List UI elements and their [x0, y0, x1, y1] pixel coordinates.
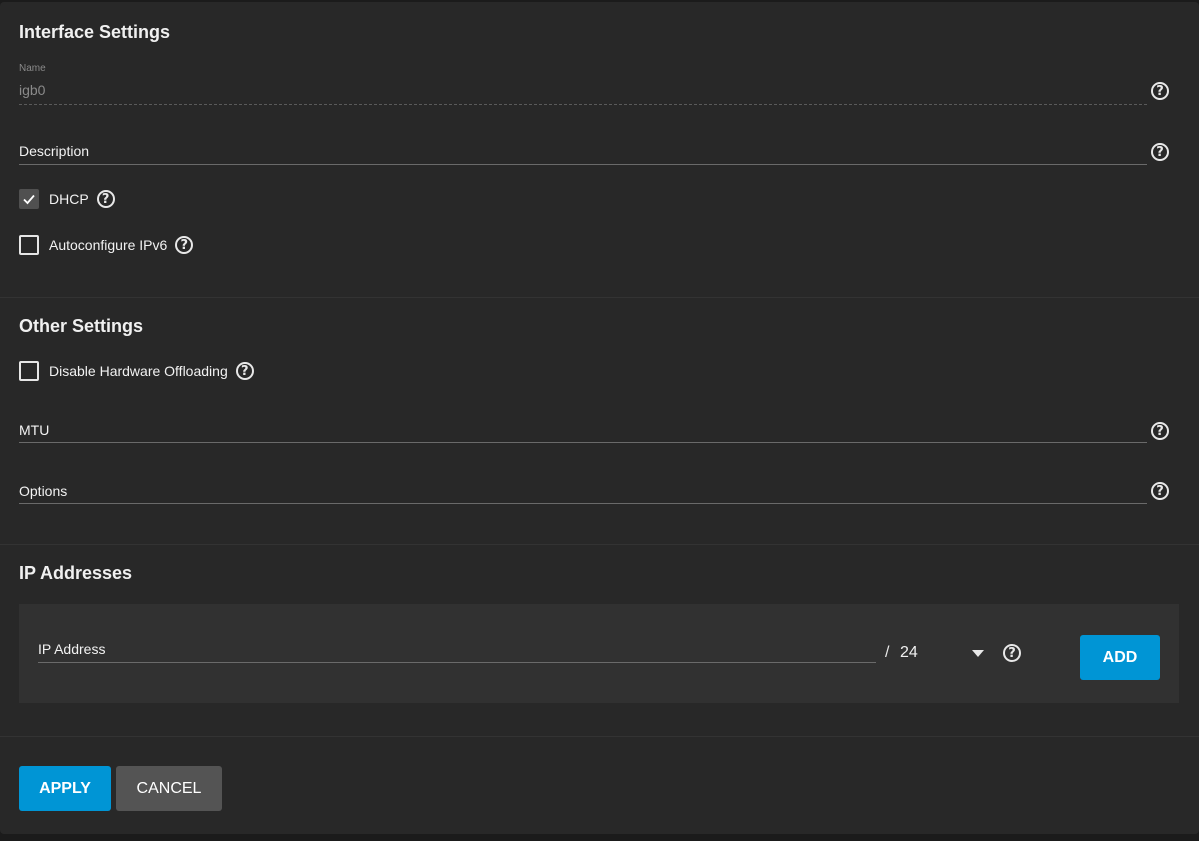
dhcp-help-icon[interactable]: ?: [96, 190, 115, 208]
checkmark-icon: [23, 194, 35, 205]
other-settings-title: Other Settings: [19, 316, 144, 336]
apply-button[interactable]: APPLY: [19, 766, 111, 811]
autoconf-ipv6-checkbox-row[interactable]: Autoconfigure IPv6 ?: [19, 235, 194, 255]
dhcp-checkbox-row[interactable]: DHCP ?: [19, 189, 115, 209]
description-field-label: Description: [19, 143, 90, 159]
disable-offload-label: Disable Hardware Offloading: [49, 363, 228, 379]
ip-address-field-label: IP Address: [38, 641, 106, 657]
ip-addresses-title: IP Addresses: [19, 563, 133, 583]
name-field-value: igb0: [19, 82, 46, 98]
netmask-value: 24: [900, 644, 918, 661]
mtu-field[interactable]: MTU: [19, 422, 1147, 443]
description-help-icon[interactable]: ?: [1151, 143, 1169, 161]
ip-address-row: IP Address / 24 ? ADD: [19, 604, 1179, 703]
cancel-button[interactable]: CANCEL: [116, 766, 222, 811]
autoconf-ipv6-checkbox[interactable]: [19, 235, 39, 255]
netmask-select[interactable]: 24: [900, 640, 988, 666]
autoconf-ipv6-help-icon[interactable]: ?: [175, 236, 194, 254]
options-field[interactable]: Options: [19, 483, 1147, 504]
dhcp-checkbox[interactable]: [19, 189, 39, 209]
description-field[interactable]: Description: [19, 143, 1147, 165]
section-divider: [0, 736, 1199, 737]
name-field-label: Name: [19, 63, 46, 74]
caret-down-icon: [972, 650, 984, 657]
disable-offload-help-icon[interactable]: ?: [235, 362, 254, 380]
mtu-field-label: MTU: [19, 422, 50, 438]
name-help-icon[interactable]: ?: [1151, 82, 1169, 100]
interface-settings-title: Interface Settings: [19, 22, 171, 42]
disable-offload-checkbox[interactable]: [19, 361, 39, 381]
network-interface-form: Interface Settings Name igb0 ? Descripti…: [0, 2, 1199, 834]
section-divider: [0, 297, 1199, 298]
disable-offload-checkbox-row[interactable]: Disable Hardware Offloading ?: [19, 361, 254, 381]
add-ip-button[interactable]: ADD: [1080, 635, 1160, 680]
options-help-icon[interactable]: ?: [1151, 482, 1169, 500]
mtu-help-icon[interactable]: ?: [1151, 422, 1169, 440]
autoconf-ipv6-label: Autoconfigure IPv6: [49, 237, 168, 253]
options-field-label: Options: [19, 483, 68, 499]
ip-address-field[interactable]: IP Address: [38, 640, 876, 663]
netmask-help-icon[interactable]: ?: [1003, 644, 1021, 662]
netmask-slash: /: [885, 644, 890, 661]
dhcp-label: DHCP: [49, 191, 89, 207]
section-divider: [0, 544, 1199, 545]
name-field: igb0: [19, 82, 1147, 105]
